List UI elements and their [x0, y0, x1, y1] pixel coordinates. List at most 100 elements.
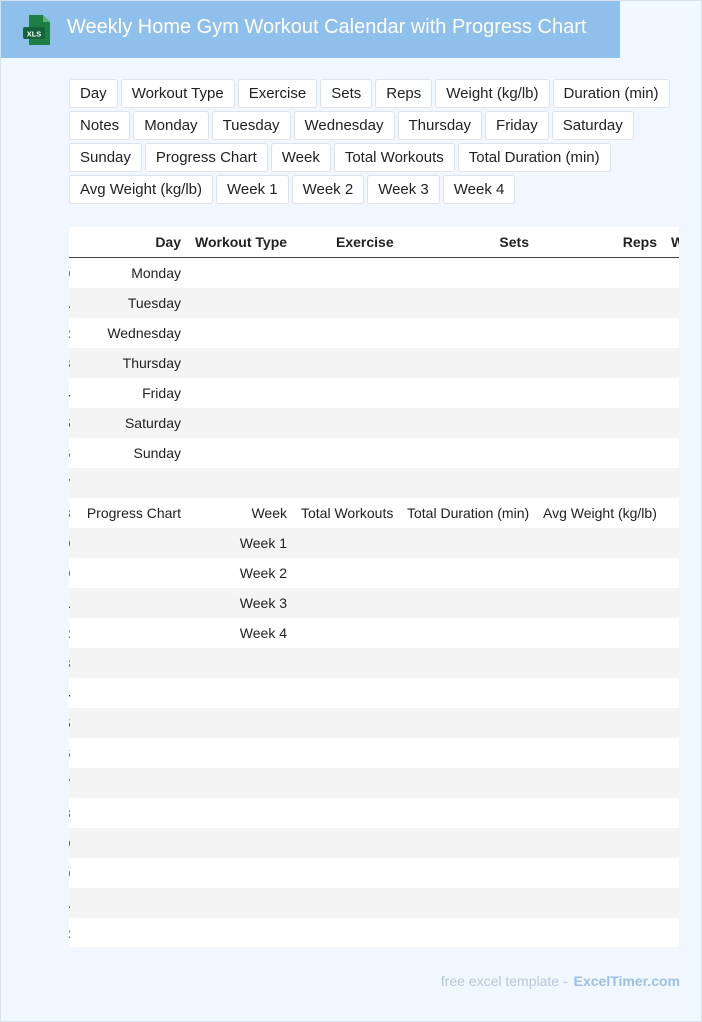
cell-col-b[interactable] [195, 288, 287, 318]
cell-col-c[interactable] [301, 828, 401, 858]
cell-col-a[interactable]: Wednesday [69, 318, 181, 348]
cell-col-b[interactable]: Week 4 [195, 618, 287, 648]
cell-col-c[interactable] [301, 348, 401, 378]
column-chip[interactable]: Weight (kg/lb) [435, 79, 550, 108]
column-chip[interactable]: Thursday [397, 111, 483, 140]
cell-col-b[interactable]: Week 1 [195, 528, 287, 558]
cell-col-a[interactable] [69, 738, 181, 768]
column-chip[interactable]: Tuesday [211, 111, 291, 140]
cell-col-c[interactable] [301, 438, 401, 468]
column-chip[interactable]: Total Duration (min) [457, 143, 611, 172]
cell-col-d[interactable] [407, 348, 537, 378]
cell-col-e[interactable] [543, 468, 679, 498]
cell-col-e[interactable] [543, 678, 679, 708]
column-chip[interactable]: Monday [133, 111, 209, 140]
cell-col-d[interactable] [407, 528, 537, 558]
cell-col-b[interactable] [195, 378, 287, 408]
cell-col-e[interactable] [543, 798, 679, 828]
column-chip[interactable]: Sets [320, 79, 373, 108]
cell-col-e[interactable] [543, 618, 679, 648]
footer-brand-link[interactable]: ExcelTimer.com [574, 973, 680, 989]
cell-col-a[interactable]: Progress Chart [69, 498, 181, 528]
cell-col-b[interactable] [195, 438, 287, 468]
cell-col-d[interactable] [407, 558, 537, 588]
cell-col-e[interactable] [543, 258, 679, 288]
cell-col-e[interactable] [543, 348, 679, 378]
cell-col-a[interactable] [69, 528, 181, 558]
cell-col-a[interactable] [69, 798, 181, 828]
cell-col-e[interactable] [543, 858, 679, 888]
cell-col-c[interactable] [301, 648, 401, 678]
cell-col-e[interactable] [543, 828, 679, 858]
cell-col-c[interactable] [301, 468, 401, 498]
cell-col-e[interactable] [543, 888, 679, 918]
cell-col-d[interactable]: Total Duration (min) [407, 498, 537, 528]
cell-col-d[interactable] [407, 828, 537, 858]
cell-col-a[interactable]: Monday [69, 258, 181, 288]
cell-col-c[interactable] [301, 318, 401, 348]
cell-col-b[interactable] [195, 798, 287, 828]
cell-col-b[interactable]: Week 3 [195, 588, 287, 618]
cell-col-d[interactable] [407, 258, 537, 288]
cell-col-a[interactable] [69, 678, 181, 708]
cell-col-b[interactable] [195, 708, 287, 738]
cell-col-e[interactable] [543, 288, 679, 318]
cell-col-d[interactable] [407, 888, 537, 918]
cell-col-b[interactable] [195, 468, 287, 498]
cell-col-c[interactable] [301, 618, 401, 648]
cell-col-a[interactable] [69, 828, 181, 858]
cell-col-c[interactable] [301, 888, 401, 918]
cell-col-e[interactable] [543, 768, 679, 798]
cell-col-d[interactable] [407, 318, 537, 348]
column-chip[interactable]: Week 4 [442, 175, 516, 204]
cell-col-e[interactable] [543, 528, 679, 558]
cell-col-a[interactable] [69, 708, 181, 738]
cell-col-e[interactable] [543, 318, 679, 348]
cell-col-b[interactable] [195, 648, 287, 678]
cell-col-b[interactable] [195, 318, 287, 348]
column-chip[interactable]: Exercise [237, 79, 318, 108]
cell-col-a[interactable] [69, 648, 181, 678]
column-chip[interactable]: Day [69, 79, 118, 108]
cell-col-a[interactable]: Sunday [69, 438, 181, 468]
column-chip[interactable]: Reps [375, 79, 433, 108]
cell-col-c[interactable] [301, 768, 401, 798]
column-chip[interactable]: Saturday [551, 111, 634, 140]
column-chip[interactable]: Duration (min) [552, 79, 670, 108]
column-chip[interactable]: Wednesday [293, 111, 395, 140]
cell-col-b[interactable] [195, 768, 287, 798]
cell-col-c[interactable] [301, 798, 401, 828]
cell-col-b[interactable] [195, 858, 287, 888]
cell-col-e[interactable] [543, 588, 679, 618]
cell-col-e[interactable] [543, 408, 679, 438]
cell-col-a[interactable]: Thursday [69, 348, 181, 378]
cell-col-a[interactable]: Tuesday [69, 288, 181, 318]
cell-col-b[interactable] [195, 738, 287, 768]
column-chip[interactable]: Notes [69, 111, 131, 140]
cell-col-e[interactable] [543, 438, 679, 468]
cell-col-a[interactable] [69, 618, 181, 648]
cell-col-a[interactable]: Friday [69, 378, 181, 408]
cell-col-e[interactable] [543, 738, 679, 768]
cell-col-d[interactable] [407, 618, 537, 648]
cell-col-a[interactable] [69, 918, 181, 947]
column-chip[interactable]: Week 3 [367, 175, 440, 204]
cell-col-b[interactable] [195, 678, 287, 708]
column-chip[interactable]: Total Workouts [333, 143, 455, 172]
cell-col-e[interactable] [543, 648, 679, 678]
cell-col-d[interactable] [407, 378, 537, 408]
cell-col-d[interactable] [407, 708, 537, 738]
cell-col-d[interactable] [407, 438, 537, 468]
column-chip[interactable]: Week 1 [216, 175, 289, 204]
cell-col-b[interactable] [195, 408, 287, 438]
column-chip[interactable]: Progress Chart [144, 143, 268, 172]
column-chip[interactable]: Avg Weight (kg/lb) [69, 175, 213, 204]
cell-col-d[interactable] [407, 858, 537, 888]
cell-col-e[interactable]: Avg Weight (kg/lb) [543, 498, 679, 528]
cell-col-c[interactable] [301, 558, 401, 588]
cell-col-a[interactable] [69, 858, 181, 888]
cell-col-c[interactable] [301, 708, 401, 738]
cell-col-c[interactable]: Total Workouts [301, 498, 401, 528]
cell-col-b[interactable]: Week [195, 498, 287, 528]
cell-col-a[interactable] [69, 588, 181, 618]
